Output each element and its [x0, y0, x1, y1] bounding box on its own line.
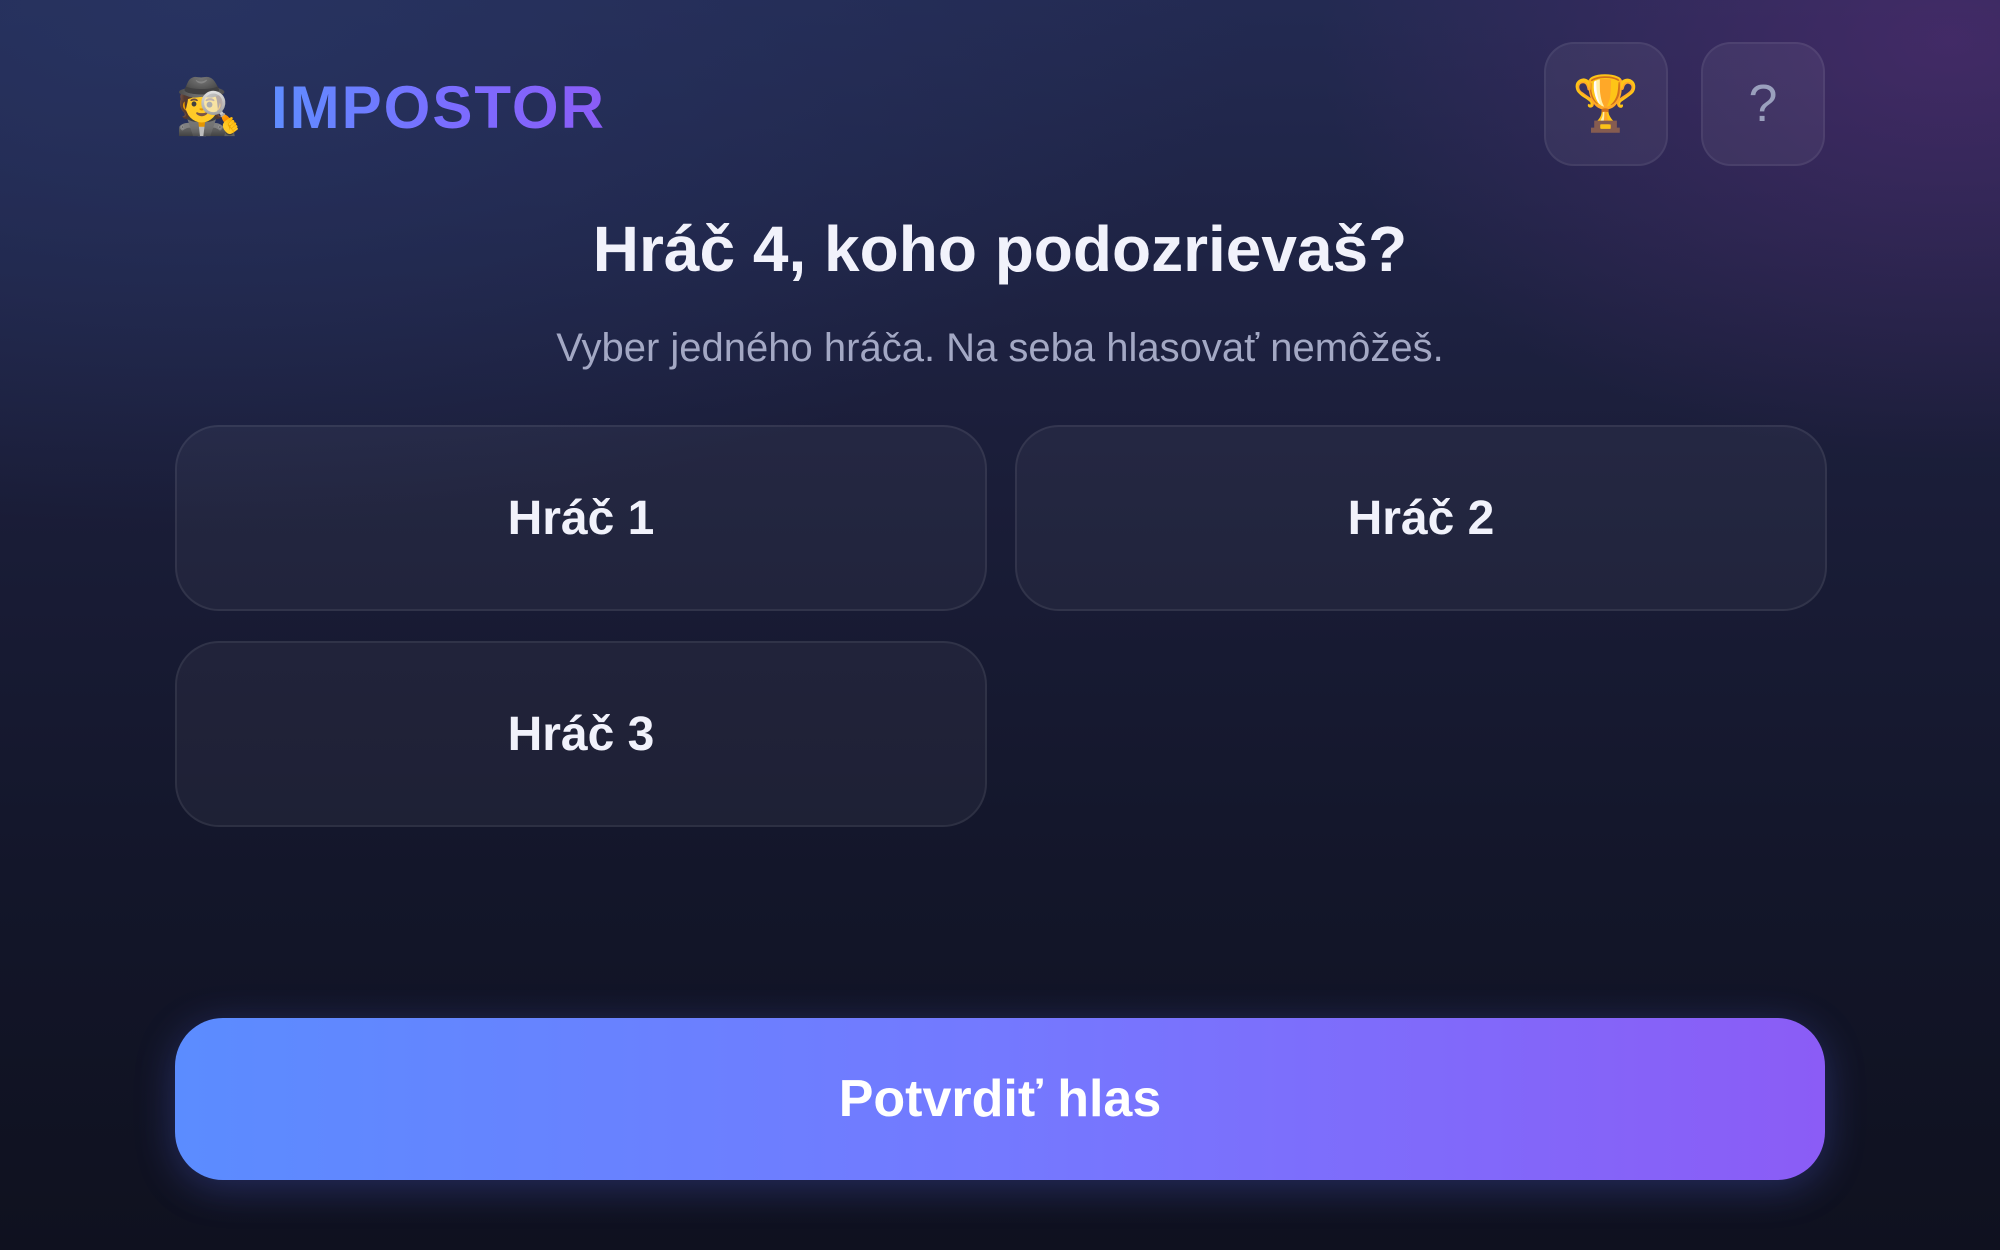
question-mark-icon: ?	[1748, 75, 1778, 133]
vote-question: Hráč 4, koho podozrievaš?	[592, 213, 1408, 285]
header: 🕵 IMPOSTOR 🏆 ?	[175, 42, 1825, 170]
brand: 🕵 IMPOSTOR	[175, 72, 606, 142]
player-option-1[interactable]: Hráč 1	[175, 425, 987, 611]
trophy-icon: 🏆	[1572, 72, 1640, 135]
app-root: 🕵 IMPOSTOR 🏆 ? Hráč 4, koho podozrievaš?…	[175, 0, 1827, 1250]
app-title: IMPOSTOR	[271, 73, 606, 141]
player-option-3[interactable]: Hráč 3	[175, 641, 987, 827]
leaderboard-button[interactable]: 🏆	[1544, 42, 1668, 166]
help-button[interactable]: ?	[1701, 42, 1825, 166]
vote-instructions: Vyber jedného hráča. Na seba hlasovať ne…	[556, 326, 1444, 370]
player-option-2[interactable]: Hráč 2	[1015, 425, 1827, 611]
confirm-vote-button[interactable]: Potvrdiť hlas	[175, 1018, 1825, 1180]
detective-icon: 🕵	[175, 75, 243, 138]
